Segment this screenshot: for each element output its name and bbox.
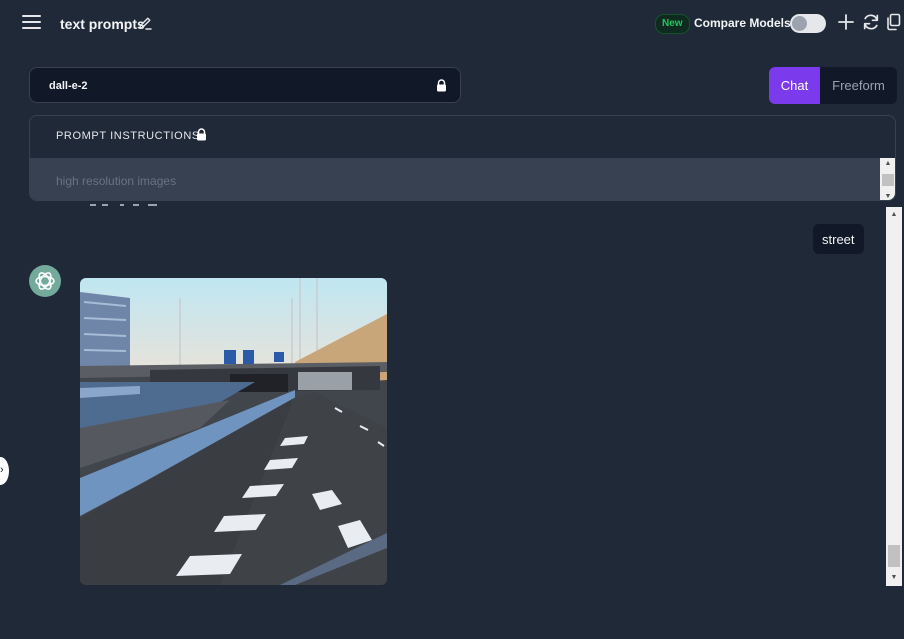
tab-freeform[interactable]: Freeform — [820, 67, 897, 104]
user-message: street — [813, 224, 864, 254]
menu-icon[interactable] — [22, 15, 41, 30]
new-badge: New — [655, 14, 690, 34]
prompt-instructions-label: PROMPT INSTRUCTIONS — [56, 130, 200, 142]
edit-icon[interactable] — [137, 15, 153, 31]
prompt-instructions-text: high resolution images — [56, 174, 177, 188]
scrolled-off-text — [90, 198, 180, 206]
lock-icon — [437, 79, 446, 92]
toggle-knob — [792, 16, 807, 31]
compare-models-toggle[interactable] — [790, 14, 826, 33]
model-select[interactable]: dall-e-2 — [29, 67, 461, 103]
model-name: dall-e-2 — [49, 80, 88, 92]
chat-scrollbar-thumb[interactable] — [888, 545, 900, 567]
scroll-down-arrow-icon[interactable]: ▼ — [886, 572, 902, 583]
refresh-icon[interactable] — [861, 12, 881, 32]
scroll-up-arrow-icon[interactable]: ▲ — [886, 209, 902, 220]
chevron-right-icon: › — [0, 464, 4, 476]
page-title: text prompts — [60, 16, 145, 32]
scrollbar-thumb[interactable] — [882, 174, 894, 186]
street-underpass-image — [80, 278, 387, 585]
compare-models-label: Compare Models — [694, 16, 791, 30]
textarea-scrollbar[interactable]: ▲ ▼ — [880, 158, 895, 200]
mode-tabs: Chat Freeform — [769, 67, 897, 104]
top-bar: text prompts New Compare Models — [0, 0, 904, 46]
scroll-up-arrow-icon[interactable]: ▲ — [880, 158, 895, 169]
openai-logo-icon — [29, 265, 61, 297]
scroll-down-arrow-icon[interactable]: ▼ — [880, 191, 895, 200]
chat-scrollbar[interactable]: ▲ ▼ — [886, 207, 902, 586]
lock-icon — [197, 128, 206, 141]
sidebar-toggle-handle[interactable]: › — [0, 457, 9, 485]
tab-chat[interactable]: Chat — [769, 67, 820, 104]
copy-icon[interactable] — [884, 12, 904, 32]
prompt-instructions-textarea[interactable]: high resolution images ▲ ▼ — [30, 158, 895, 200]
plus-icon[interactable] — [836, 12, 856, 32]
prompt-instructions-panel: PROMPT INSTRUCTIONS high resolution imag… — [29, 115, 896, 201]
